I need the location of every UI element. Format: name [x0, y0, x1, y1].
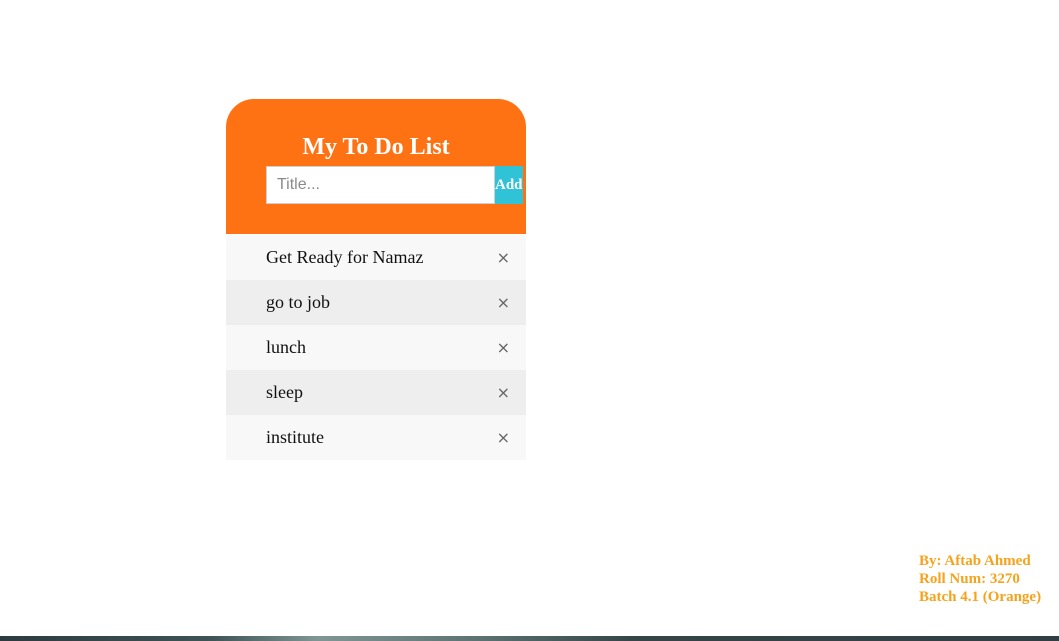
todo-item-label: go to job — [266, 292, 331, 312]
close-icon[interactable]: × — [497, 325, 510, 370]
close-icon[interactable]: × — [497, 280, 510, 325]
todo-item-label: institute — [266, 427, 324, 447]
author-credits: By: Aftab Ahmed Roll Num: 3270 Batch 4.1… — [919, 552, 1041, 606]
page-title: My To Do List — [302, 134, 450, 160]
todo-list: Get Ready for Namaz × go to job × lunch … — [226, 235, 526, 460]
title-input[interactable] — [266, 166, 495, 204]
todo-item-label: lunch — [266, 337, 306, 357]
todo-item[interactable]: institute × — [226, 415, 526, 460]
todo-item[interactable]: sleep × — [226, 370, 526, 415]
add-button[interactable]: Add — [495, 166, 523, 204]
todo-item-label: sleep — [266, 382, 303, 402]
todo-item[interactable]: lunch × — [226, 325, 526, 370]
add-task-row: Add — [266, 166, 523, 204]
close-icon[interactable]: × — [497, 415, 510, 460]
close-icon[interactable]: × — [497, 370, 510, 415]
todo-item[interactable]: Get Ready for Namaz × — [226, 235, 526, 280]
todo-item[interactable]: go to job × — [226, 280, 526, 325]
taskbar-edge — [0, 636, 1059, 641]
todo-item-label: Get Ready for Namaz — [266, 247, 424, 267]
todo-card: My To Do List Add Get Ready for Namaz × … — [226, 99, 526, 460]
credits-batch: Batch 4.1 (Orange) — [919, 589, 1042, 605]
credits-author: By: Aftab Ahmed — [919, 553, 1031, 569]
credits-roll-number: Roll Num: 3270 — [919, 571, 1020, 587]
close-icon[interactable]: × — [497, 235, 510, 280]
todo-header: My To Do List Add — [226, 99, 526, 234]
